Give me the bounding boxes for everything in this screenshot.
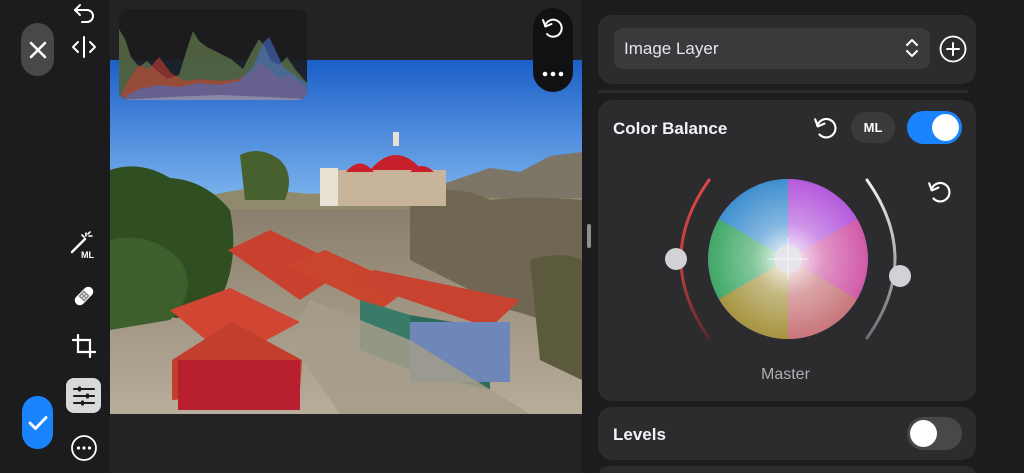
layer-select[interactable]: Image Layer — [614, 28, 930, 69]
levels-card: Levels — [598, 407, 976, 460]
adjustments-button[interactable] — [66, 378, 101, 413]
reset-canvas-button[interactable] — [540, 15, 566, 41]
rotate-ccw-icon — [542, 18, 563, 38]
more-icon — [71, 435, 97, 461]
canvas-more-button[interactable] — [540, 64, 566, 84]
checkmark-icon — [28, 415, 47, 430]
wheel-reset-button[interactable] — [926, 178, 954, 206]
add-layer-button[interactable] — [939, 35, 967, 63]
color-wheel-control — [665, 178, 911, 340]
rotate-ccw-icon — [928, 181, 951, 203]
compare-icon — [72, 36, 96, 58]
canvas-actions — [533, 8, 573, 92]
photo-canvas[interactable] — [110, 60, 582, 414]
toggle-knob — [932, 114, 959, 141]
tool-sidebar: ML — [0, 0, 110, 473]
confirm-button[interactable] — [22, 396, 53, 449]
right-luminance-arc[interactable] — [865, 178, 897, 340]
ml-magic-icon: ML — [70, 231, 94, 260]
rotate-ccw-icon — [814, 117, 837, 139]
color-balance-reset-button[interactable] — [812, 114, 840, 142]
ml-magic-button[interactable]: ML — [68, 230, 100, 260]
repair-button[interactable] — [70, 282, 98, 310]
next-adjustment-card — [598, 466, 976, 473]
histogram-graph — [119, 29, 307, 100]
levels-toggle[interactable] — [907, 417, 962, 450]
histogram — [119, 9, 307, 100]
adjustments-panel: Image Layer Color Balance ML Master Leve… — [596, 0, 1024, 473]
layer-select-value: Image Layer — [624, 38, 719, 58]
plus-circle-icon — [939, 35, 967, 63]
undo-button[interactable] — [70, 0, 98, 24]
undo-icon — [74, 4, 94, 23]
section-divider — [598, 90, 968, 93]
ellipsis-icon — [542, 71, 564, 77]
close-icon — [29, 41, 46, 58]
color-balance-title: Color Balance — [613, 119, 728, 138]
layer-card: Image Layer — [598, 15, 976, 84]
more-tools-button[interactable] — [70, 434, 98, 462]
chevron-updown-icon — [906, 39, 918, 57]
photo-image — [110, 60, 582, 414]
levels-title: Levels — [613, 425, 666, 444]
ml-auto-button[interactable]: ML — [851, 112, 895, 143]
canvas-area — [110, 0, 582, 473]
wheel-label: Master — [761, 366, 810, 383]
color-balance-card: Color Balance ML Master — [598, 100, 976, 401]
ml-magic-label: ML — [81, 250, 94, 260]
bandage-icon — [74, 286, 94, 306]
toggle-knob — [910, 420, 937, 447]
adjustments-icon — [72, 386, 95, 405]
crop-button[interactable] — [71, 333, 97, 359]
compare-button[interactable] — [68, 34, 100, 60]
cancel-button[interactable] — [21, 23, 54, 76]
color-balance-toggle[interactable] — [907, 111, 962, 144]
right-arc-handle[interactable] — [889, 265, 911, 287]
left-arc-handle[interactable] — [665, 248, 687, 270]
crop-icon — [72, 334, 96, 358]
split-resize-handle[interactable] — [587, 224, 591, 248]
